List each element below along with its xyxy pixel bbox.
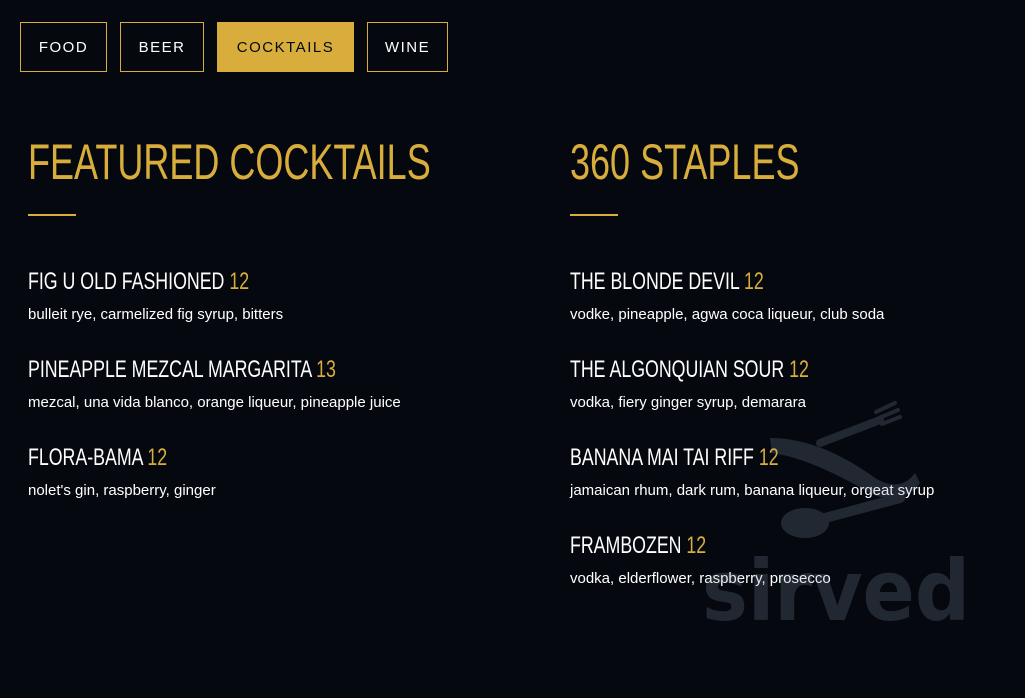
menu-item: FIG U OLD FASHIONED 12 bulleit rye, carm…	[28, 268, 528, 356]
menu-item-name: BANANA MAI TAI RIFF	[570, 444, 754, 471]
menu-item: PINEAPPLE MEZCAL MARGARITA 13 mezcal, un…	[28, 356, 528, 444]
menu-item-heading: FRAMBOZEN 12	[570, 532, 896, 560]
menu-item: THE ALGONQUIAN SOUR 12 vodka, fiery ging…	[570, 356, 1010, 444]
staples-section: 360 STAPLES THE BLONDE DEVIL 12 vodke, p…	[570, 132, 1010, 620]
menu-item: BANANA MAI TAI RIFF 12 jamaican rhum, da…	[570, 444, 1010, 532]
menu-tabs: FOOD BEER COCKTAILS WINE	[20, 22, 448, 72]
menu-item-list: THE BLONDE DEVIL 12 vodke, pineapple, ag…	[570, 268, 1010, 620]
section-title: FEATURED COCKTAILS	[28, 134, 431, 190]
menu-item-price: 12	[147, 444, 168, 471]
menu-item-name: THE ALGONQUIAN SOUR	[570, 356, 785, 383]
menu-item-description: bulleit rye, carmelized fig syrup, bitte…	[28, 306, 284, 323]
menu-item-name: FIG U OLD FASHIONED	[28, 268, 225, 295]
menu-item-name: THE BLONDE DEVIL	[570, 268, 740, 295]
menu-item-name: FRAMBOZEN	[570, 532, 682, 559]
menu-item-description: mezcal, una vida blanco, orange liqueur,…	[28, 394, 401, 411]
menu-item: FLORA-BAMA 12 nolet's gin, raspberry, gi…	[28, 444, 528, 532]
menu-item-price: 13	[316, 356, 336, 383]
menu-item-description: vodke, pineapple, agwa coca liqueur, clu…	[570, 306, 885, 323]
menu-item-heading: FLORA-BAMA 12	[28, 444, 398, 472]
menu-item-name: PINEAPPLE MEZCAL MARGARITA	[28, 356, 312, 383]
menu-item-list: FIG U OLD FASHIONED 12 bulleit rye, carm…	[28, 268, 528, 532]
title-divider	[570, 214, 618, 216]
featured-cocktails-section: FEATURED COCKTAILS FIG U OLD FASHIONED 1…	[28, 132, 528, 532]
menu-item-price: 12	[744, 268, 764, 295]
menu-item-name: FLORA-BAMA	[28, 444, 143, 471]
menu-item-description: vodka, elderflower, raspberry, prosecco	[570, 570, 831, 587]
menu-item-heading: THE ALGONQUIAN SOUR 12	[570, 356, 896, 384]
menu-item-price: 12	[758, 444, 779, 471]
tab-cocktails[interactable]: COCKTAILS	[217, 22, 354, 72]
menu-item-heading: BANANA MAI TAI RIFF 12	[570, 444, 896, 472]
tab-beer[interactable]: BEER	[120, 22, 204, 72]
menu-item: FRAMBOZEN 12 vodka, elderflower, raspber…	[570, 532, 1010, 620]
menu-item-description: jamaican rhum, dark rum, banana liqueur,…	[570, 482, 935, 499]
title-divider	[28, 214, 76, 216]
menu-item-price: 12	[789, 356, 809, 383]
menu-item-heading: FIG U OLD FASHIONED 12	[28, 268, 398, 296]
menu-item-price: 12	[229, 268, 250, 295]
section-title: 360 STAPLES	[570, 134, 800, 190]
tab-food[interactable]: FOOD	[20, 22, 107, 72]
menu-item-heading: PINEAPPLE MEZCAL MARGARITA 13	[28, 356, 398, 384]
menu-item-description: vodka, fiery ginger syrup, demarara	[570, 394, 806, 411]
menu-item-description: nolet's gin, raspberry, ginger	[28, 482, 216, 499]
menu-item-heading: THE BLONDE DEVIL 12	[570, 268, 896, 296]
tab-wine[interactable]: WINE	[367, 22, 448, 72]
menu-item: THE BLONDE DEVIL 12 vodke, pineapple, ag…	[570, 268, 1010, 356]
menu-item-price: 12	[686, 532, 707, 559]
